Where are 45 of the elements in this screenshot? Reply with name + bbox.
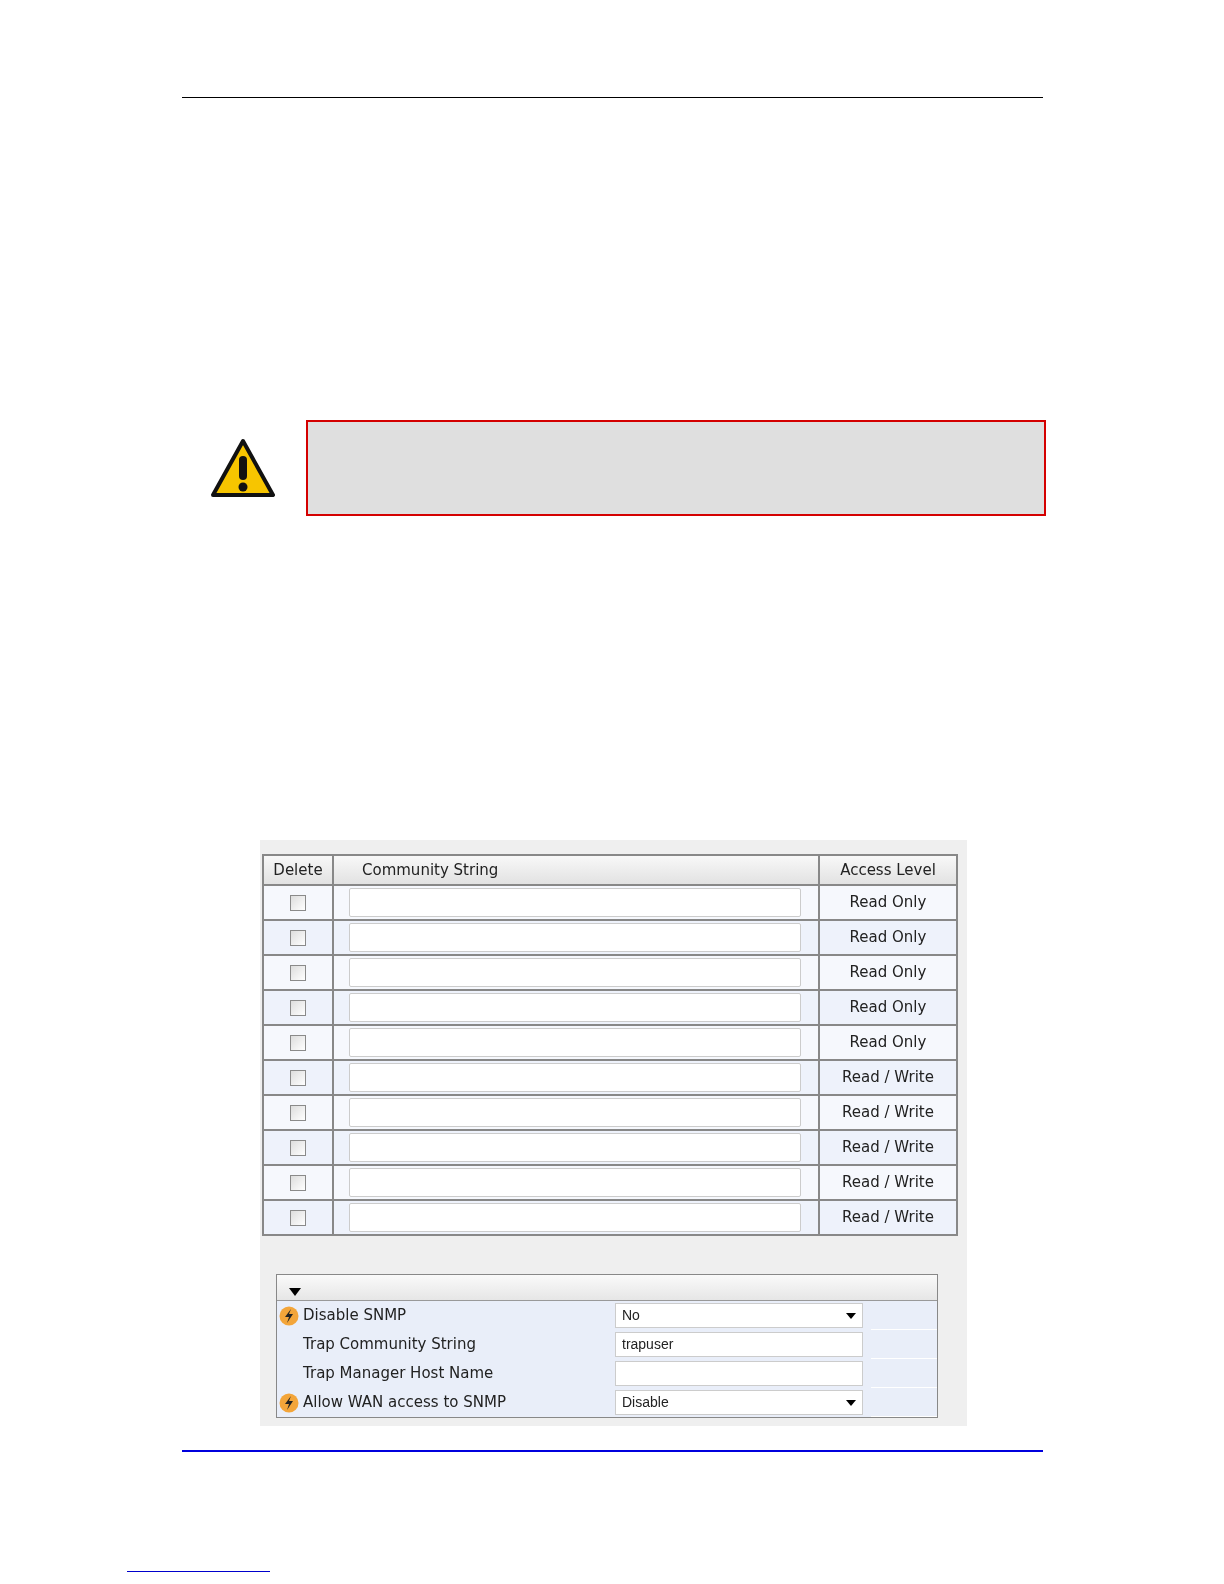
community-string-field[interactable] (349, 888, 801, 917)
delete-checkbox[interactable] (290, 894, 306, 911)
access-level-cell: Read Only (819, 920, 957, 955)
community-string-field[interactable] (349, 1203, 801, 1232)
input-field[interactable] (615, 1361, 863, 1386)
field-label: Trap Community String (303, 1334, 476, 1356)
community-string-field[interactable] (349, 958, 801, 987)
access-level-cell: Read / Write (819, 1165, 957, 1200)
field-label: Disable SNMP (303, 1305, 407, 1327)
community-string-field[interactable] (349, 1063, 801, 1092)
access-level-cell: Read Only (819, 1025, 957, 1060)
community-string-field[interactable] (349, 1028, 801, 1057)
warning-icon (210, 438, 276, 498)
column-header: Community String (333, 855, 819, 885)
column-header: Delete (263, 855, 333, 885)
community-string-field[interactable] (349, 993, 801, 1022)
delete-checkbox[interactable] (290, 1104, 306, 1121)
community-string-field[interactable] (349, 1098, 801, 1127)
access-level-cell: Read / Write (819, 1130, 957, 1165)
access-level-cell: Read Only (819, 990, 957, 1025)
delete-checkbox[interactable] (290, 1174, 306, 1191)
column-header: Access Level (819, 855, 957, 885)
delete-checkbox[interactable] (290, 929, 306, 946)
field-label: Allow WAN access to SNMP (303, 1392, 506, 1414)
access-level-cell: Read / Write (819, 1200, 957, 1235)
delete-checkbox[interactable] (290, 1139, 306, 1156)
caret-icon[interactable] (846, 1312, 856, 1319)
caret-icon[interactable] (846, 1399, 856, 1406)
input-field[interactable]: trapuser (615, 1332, 863, 1357)
dropdown[interactable]: No (615, 1303, 863, 1328)
access-level-cell: Read Only (819, 885, 957, 920)
community-string-field[interactable] (349, 1133, 801, 1162)
access-level-cell: Read / Write (819, 1095, 957, 1130)
delete-checkbox[interactable] (290, 1034, 306, 1051)
dropdown[interactable]: Disable (615, 1390, 863, 1415)
delete-checkbox[interactable] (290, 964, 306, 981)
access-level-cell: Read Only (819, 955, 957, 990)
delete-checkbox[interactable] (290, 1209, 306, 1226)
field-label: Trap Manager Host Name (303, 1363, 494, 1385)
access-level-cell: Read / Write (819, 1060, 957, 1095)
delete-checkbox[interactable] (290, 999, 306, 1016)
delete-checkbox[interactable] (290, 1069, 306, 1086)
community-string-field[interactable] (349, 1168, 801, 1197)
collapse-icon[interactable] (289, 1288, 301, 1296)
community-string-field[interactable] (349, 923, 801, 952)
